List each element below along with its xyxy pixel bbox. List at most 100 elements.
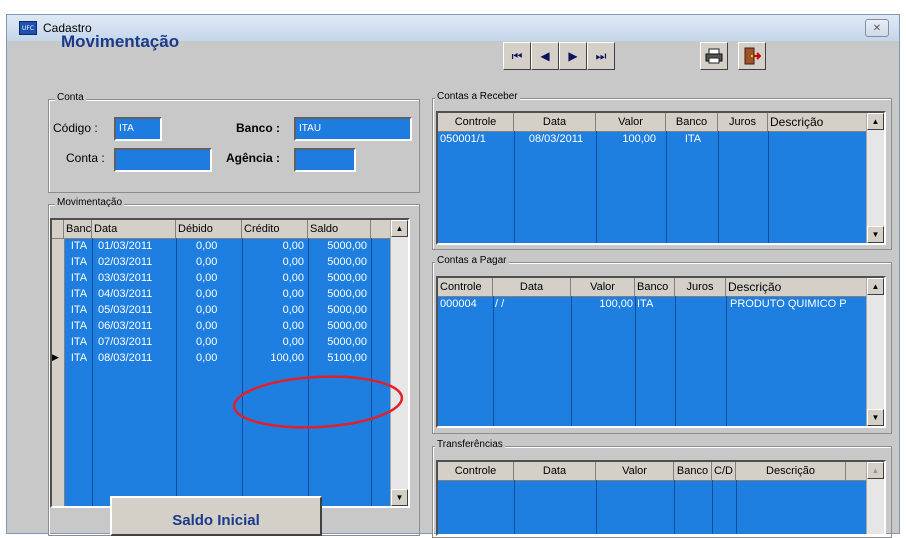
table-cell: 02/03/2011 <box>98 256 153 268</box>
table-row[interactable]: ITA 02/03/2011 0,00 0,00 5000,00 <box>64 254 371 270</box>
col-credito[interactable]: Crédito <box>242 220 308 238</box>
col-valor[interactable]: Valor <box>596 113 666 131</box>
last-record-button[interactable]: ⏭ <box>587 42 615 70</box>
exit-button[interactable] <box>738 42 766 70</box>
table-row[interactable]: 000004 / / 100,00 ITA PRODUTO QUIMICO P <box>438 296 871 312</box>
scroll-up-arrow[interactable]: ▲ <box>391 220 408 237</box>
table-cell: 0,00 <box>196 320 218 332</box>
scroll-down-arrow[interactable]: ▼ <box>867 226 884 243</box>
table-cell: ITA <box>637 298 654 310</box>
receber-scrollbar[interactable]: ▲ ▼ <box>866 113 884 243</box>
codigo-field[interactable]: ITA <box>114 117 162 141</box>
col-debito[interactable]: Débido <box>176 220 242 238</box>
table-cell: ITA <box>684 133 702 145</box>
table-cell: 5100,00 <box>327 352 367 364</box>
col-data[interactable]: Data <box>514 462 596 480</box>
previous-record-button[interactable]: ◀ <box>531 42 559 70</box>
table-row[interactable]: ITA 05/03/2011 0,00 0,00 5000,00 <box>64 302 371 318</box>
table-cell: 000004 <box>440 298 477 310</box>
receber-grid[interactable]: Controle Data Valor Banco Juros Descriçã… <box>436 111 886 245</box>
col-data[interactable]: Data <box>92 220 176 238</box>
banco-field[interactable]: ITAU <box>294 117 412 141</box>
scroll-down-arrow[interactable]: ▼ <box>391 489 408 506</box>
col-banco[interactable]: Banco <box>635 278 675 296</box>
col-valor[interactable]: Valor <box>596 462 674 480</box>
col-descricao[interactable]: Descrição <box>726 278 871 296</box>
col-controle[interactable]: Controle <box>438 113 514 131</box>
col-saldo[interactable]: Saldo <box>308 220 371 238</box>
col-banco[interactable]: Banco <box>666 113 718 131</box>
table-cell: 05/03/2011 <box>98 304 153 316</box>
print-button[interactable] <box>700 42 728 70</box>
banco-label: Banco : <box>236 121 281 135</box>
table-row[interactable]: ITA 03/03/2011 0,00 0,00 5000,00 <box>64 270 371 286</box>
table-row[interactable]: ITA 04/03/2011 0,00 0,00 5000,00 <box>64 286 371 302</box>
table-cell: 0,00 <box>196 240 218 252</box>
red-annotation-circle <box>232 375 404 429</box>
movimentacao-scrollbar[interactable]: ▲ ▼ <box>390 220 408 506</box>
table-cell: PRODUTO QUIMICO P <box>730 298 847 310</box>
col-descricao[interactable]: Descrição <box>736 462 846 480</box>
transferencias-scrollbar[interactable]: ▲ <box>866 462 884 534</box>
movimentacao-grid[interactable]: Banco Data Débido Crédito Saldo ITA 01/03… <box>50 218 410 508</box>
col-controle[interactable]: Controle <box>438 462 514 480</box>
table-cell: ITA <box>70 272 88 284</box>
table-cell: ITA <box>70 240 88 252</box>
col-juros[interactable]: Juros <box>675 278 726 296</box>
conta-field[interactable] <box>114 148 212 172</box>
col-cd[interactable]: C/D <box>712 462 736 480</box>
movimentacao-group-label: Movimentação <box>55 197 125 208</box>
col-valor[interactable]: Valor <box>571 278 635 296</box>
saldo-inicial-button[interactable]: Saldo Inicial <box>110 496 322 536</box>
col-data[interactable]: Data <box>514 113 596 131</box>
current-row-indicator-icon: ▶ <box>52 352 59 362</box>
receber-group-label: Contas a Receber <box>435 91 520 102</box>
table-cell: 0,00 <box>196 256 218 268</box>
transferencias-grid-header: Controle Data Valor Banco C/D Descrição <box>438 462 871 481</box>
agencia-label: Agência : <box>226 151 281 165</box>
col-data[interactable]: Data <box>493 278 571 296</box>
table-cell: 0,00 <box>196 352 218 364</box>
col-controle[interactable]: Controle <box>438 278 493 296</box>
table-cell: 07/03/2011 <box>98 336 153 348</box>
table-row[interactable]: 050001/1 08/03/2011 100,00 ITA <box>438 131 871 147</box>
scroll-up-arrow[interactable]: ▲ <box>867 462 884 479</box>
table-row[interactable]: ITA 07/03/2011 0,00 0,00 5000,00 <box>64 334 371 350</box>
table-row[interactable]: ITA 01/03/2011 0,00 0,00 5000,00 <box>64 238 371 254</box>
table-cell: 01/03/2011 <box>98 240 153 252</box>
pagar-grid[interactable]: Controle Data Valor Banco Juros Descriçã… <box>436 276 886 428</box>
scroll-up-arrow[interactable]: ▲ <box>867 278 884 295</box>
table-row[interactable]: ITA 08/03/2011 0,00 100,00 5100,00 <box>64 350 371 366</box>
col-juros[interactable]: Juros <box>718 113 768 131</box>
table-cell: 0,00 <box>196 272 218 284</box>
pagar-scrollbar[interactable]: ▲ ▼ <box>866 278 884 426</box>
table-cell: ITA <box>70 288 88 300</box>
agencia-field[interactable] <box>294 148 356 172</box>
next-record-button[interactable]: ▶ <box>559 42 587 70</box>
transferencias-group-label: Transferências <box>435 439 505 450</box>
table-cell: 5000,00 <box>327 240 367 252</box>
page-title: Movimentação <box>61 32 180 51</box>
exit-door-icon <box>744 47 761 65</box>
first-record-button[interactable]: ⏮ <box>503 42 531 70</box>
col-banco[interactable]: Banco <box>64 220 92 238</box>
table-cell: 5000,00 <box>327 304 367 316</box>
close-button[interactable]: ✕ <box>865 19 889 37</box>
table-cell: 100,00 <box>599 298 633 310</box>
table-cell: 0,00 <box>282 336 304 348</box>
table-cell: 0,00 <box>282 272 304 284</box>
col-banco[interactable]: Banco <box>674 462 712 480</box>
table-cell: 050001/1 <box>440 133 486 145</box>
table-cell: 0,00 <box>282 304 304 316</box>
table-cell: ITA <box>70 256 88 268</box>
col-descricao[interactable]: Descrição <box>768 113 871 131</box>
table-row[interactable]: ITA 06/03/2011 0,00 0,00 5000,00 <box>64 318 371 334</box>
scroll-down-arrow[interactable]: ▼ <box>867 409 884 426</box>
table-cell: ITA <box>70 304 88 316</box>
table-cell: 5000,00 <box>327 272 367 284</box>
receber-grid-header: Controle Data Valor Banco Juros Descriçã… <box>438 113 871 132</box>
pagar-grid-header: Controle Data Valor Banco Juros Descriçã… <box>438 278 871 297</box>
table-cell: 5000,00 <box>327 256 367 268</box>
scroll-up-arrow[interactable]: ▲ <box>867 113 884 130</box>
transferencias-grid[interactable]: Controle Data Valor Banco C/D Descrição … <box>436 460 886 536</box>
